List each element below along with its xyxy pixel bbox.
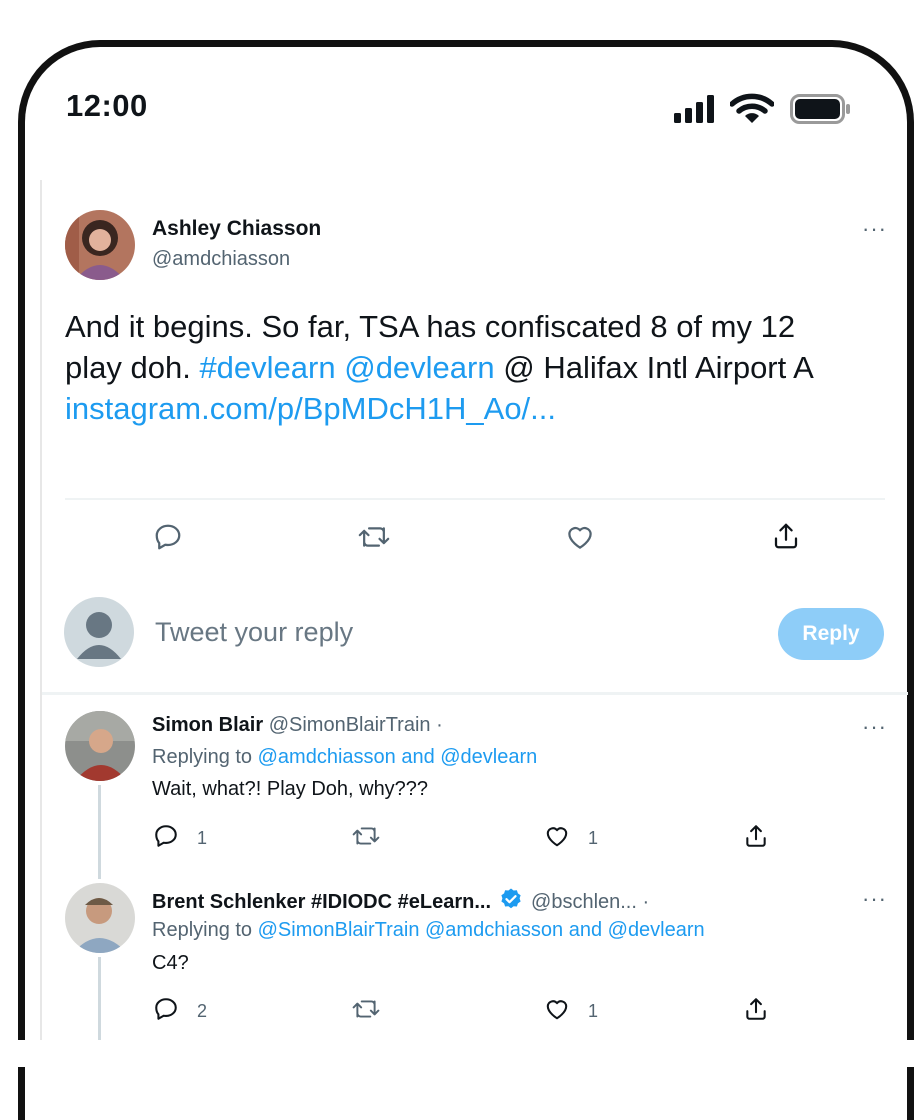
author-name[interactable]: Brent Schlenker #IDIODC #eLearn... xyxy=(152,891,491,914)
tweet-text-segment: @ Halifax Intl Airport A xyxy=(503,350,814,385)
replying-to: Replying to @amdchiasson and @devlearn xyxy=(152,746,537,769)
replying-to-mentions[interactable]: @amdchiasson and @devlearn xyxy=(258,746,538,768)
cellular-signal-icon xyxy=(674,95,718,128)
reply-header: Brent Schlenker #IDIODC #eLearn... @bsch… xyxy=(152,887,649,917)
like-icon[interactable] xyxy=(544,823,570,854)
author-name[interactable]: Ashley Chiasson xyxy=(152,217,321,241)
bottom-crop xyxy=(0,1040,924,1067)
avatar[interactable] xyxy=(65,711,135,781)
thread-line xyxy=(98,957,101,1041)
retweet-icon[interactable] xyxy=(358,522,390,557)
reply-icon[interactable] xyxy=(153,522,183,557)
share-icon[interactable] xyxy=(743,823,769,854)
reply-action[interactable]: 1 xyxy=(153,823,207,854)
url-link[interactable]: instagram.com/p/BpMDcH1H_Ao/... xyxy=(65,388,905,429)
author-handle[interactable]: @bschlen... · xyxy=(531,891,649,914)
like-count: 1 xyxy=(588,828,599,848)
reply-button[interactable]: Reply xyxy=(778,608,884,660)
divider xyxy=(42,692,908,695)
author-handle[interactable]: @amdchiasson xyxy=(152,248,290,271)
default-avatar-icon xyxy=(64,597,134,667)
wifi-icon xyxy=(729,93,775,130)
reply-count: 2 xyxy=(197,1001,208,1021)
tweet-text: And it begins. So far, TSA has confiscat… xyxy=(65,306,905,429)
more-options-icon[interactable]: ··· xyxy=(862,216,887,242)
like-icon[interactable] xyxy=(565,522,595,557)
replying-to-prefix: Replying to xyxy=(152,919,258,941)
phone-frame-edge xyxy=(910,170,914,1067)
reply-icon[interactable] xyxy=(153,823,179,854)
mention-link[interactable]: @devlearn xyxy=(344,350,494,385)
share-icon[interactable] xyxy=(743,996,769,1027)
reply-icon[interactable] xyxy=(153,996,179,1027)
replying-to: Replying to @SimonBlairTrain @amdchiasso… xyxy=(152,919,705,942)
reply-count: 1 xyxy=(197,828,208,848)
status-time: 12:00 xyxy=(66,88,148,123)
verified-badge-icon xyxy=(499,887,523,917)
share-icon[interactable] xyxy=(771,521,801,556)
avatar[interactable] xyxy=(65,883,135,953)
more-options-icon[interactable]: ··· xyxy=(862,886,887,912)
screen-edge xyxy=(40,180,42,1040)
reply-text: C4? xyxy=(152,952,189,974)
battery-icon xyxy=(790,94,852,129)
thread-line xyxy=(98,785,101,879)
hashtag-link[interactable]: #devlearn xyxy=(199,350,335,385)
more-options-icon[interactable]: ··· xyxy=(862,714,887,740)
replying-to-prefix: Replying to xyxy=(152,746,258,768)
tweet-text-segment: play doh. xyxy=(65,350,200,385)
replying-to-mentions[interactable]: @SimonBlairTrain @amdchiasson and @devle… xyxy=(258,919,705,941)
reply-action[interactable]: 2 xyxy=(153,996,207,1027)
reply-header: Simon Blair @SimonBlairTrain · xyxy=(152,714,443,737)
like-action[interactable]: 1 xyxy=(544,823,598,854)
author-name[interactable]: Simon Blair xyxy=(152,714,263,736)
retweet-icon[interactable] xyxy=(352,823,380,854)
author-handle[interactable]: @SimonBlairTrain · xyxy=(269,714,443,736)
reply-text: Wait, what?! Play Doh, why??? xyxy=(152,778,429,800)
like-icon[interactable] xyxy=(544,996,570,1027)
like-count: 1 xyxy=(588,1001,599,1021)
tweet-text-line-1: And it begins. So far, TSA has confiscat… xyxy=(65,309,796,344)
retweet-icon[interactable] xyxy=(352,996,380,1027)
reply-input[interactable]: Tweet your reply xyxy=(155,617,353,648)
tweet-text-line-2: play doh. #devlearn @devlearn @ Halifax … xyxy=(65,347,905,388)
avatar[interactable] xyxy=(65,210,135,280)
divider xyxy=(65,498,885,500)
like-action[interactable]: 1 xyxy=(544,996,598,1027)
